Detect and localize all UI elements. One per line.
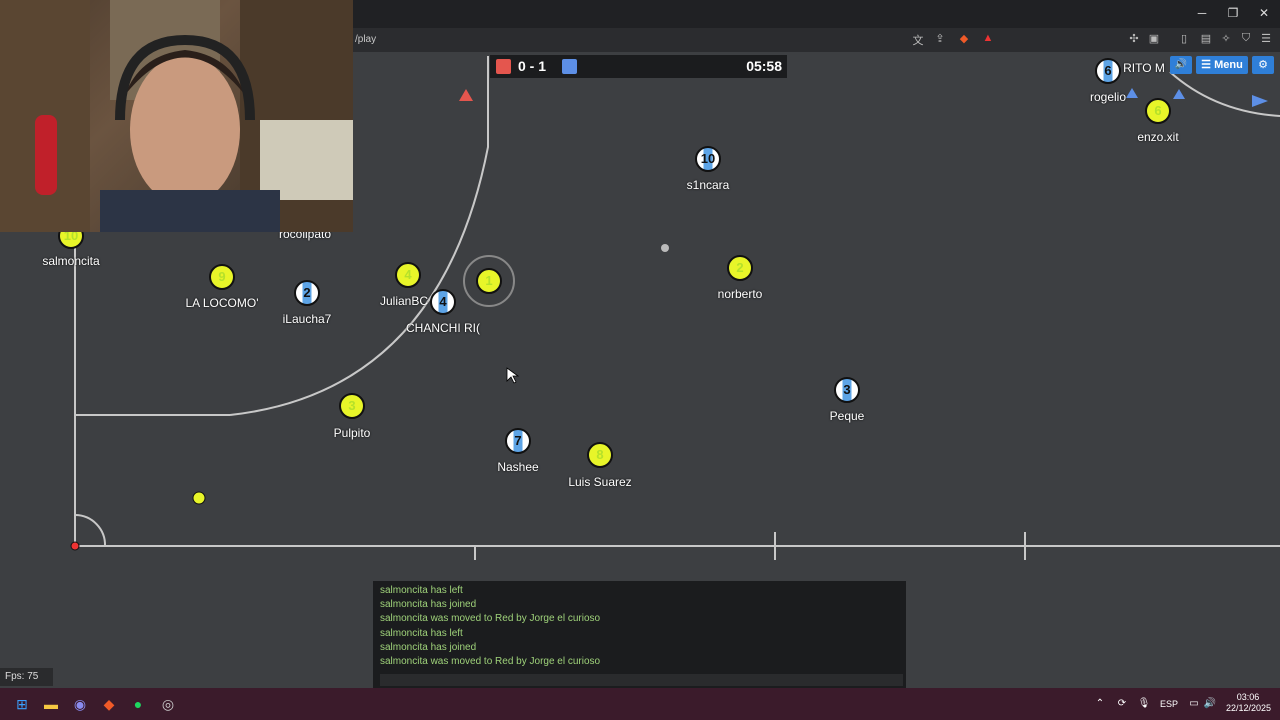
player-name: enzo.xit <box>1137 130 1179 144</box>
blue-marker-icon <box>1252 95 1268 107</box>
player-name: Nashee <box>497 460 539 474</box>
clock-date: 22/12/2025 <box>1226 703 1272 713</box>
close-button[interactable]: ✕ <box>1254 6 1274 20</box>
brave-browser-icon[interactable]: ◆ <box>99 694 119 714</box>
player-name: Peque <box>829 409 865 423</box>
obs-icon[interactable]: ◎ <box>158 694 178 714</box>
share-icon[interactable]: ⇪ <box>932 32 948 45</box>
player-blue: 7 <box>505 428 531 454</box>
blue-team-indicator <box>562 59 577 74</box>
sync-icon[interactable]: ⟳ <box>1112 694 1132 714</box>
chat-message: salmoncita has left <box>380 585 463 596</box>
discord-icon[interactable]: ◉ <box>70 694 90 714</box>
mouse-cursor-icon <box>506 367 520 384</box>
blue-marker-icon <box>1126 88 1138 98</box>
url-text[interactable]: /play <box>355 34 376 45</box>
language-indicator[interactable]: ESP <box>1160 699 1178 709</box>
game-timer: 05:58 <box>746 58 782 74</box>
windows-start-icon[interactable]: ⊞ <box>12 694 32 714</box>
player-blue: 3 <box>834 377 860 403</box>
player-red: 3 <box>339 393 365 419</box>
tray-chevron-icon[interactable]: ⌃ <box>1090 694 1110 714</box>
player-red: 2 <box>727 255 753 281</box>
clock[interactable]: 03:06 22/12/2025 <box>1226 692 1272 714</box>
player-red: 9 <box>209 264 235 290</box>
disc-object <box>192 491 206 505</box>
player-name: CHANCHI RI( <box>406 321 480 335</box>
player-name: norberto <box>717 287 763 301</box>
fps-counter: Fps: 75 <box>0 668 53 686</box>
clock-time: 03:06 <box>1236 692 1260 702</box>
volume-icon[interactable]: 🔊 <box>1200 694 1220 714</box>
file-explorer-icon[interactable]: ▬ <box>41 694 61 714</box>
player-blue: 4 <box>430 289 456 315</box>
browser-menu-icon[interactable]: ☰ <box>1258 32 1274 45</box>
player-red: 8 <box>587 442 613 468</box>
maximize-button[interactable]: ❐ <box>1223 6 1243 20</box>
player-name: Pulpito <box>333 426 371 440</box>
chat-message: salmoncita has left <box>380 627 463 639</box>
chat-message: salmoncita was moved to Red by Jorge el … <box>380 613 601 625</box>
microphone-icon[interactable]: 🎙 <box>1134 694 1154 714</box>
player-blue: 6 <box>1095 58 1121 84</box>
taskbar: ⊞ ▬ ◉ ◆ ● ◎ ⌃ ⟳ 🎙 ESP ▭ 🔊 03:06 22/12/20… <box>0 688 1280 720</box>
player-blue: 10 <box>695 146 721 172</box>
vpn-icon[interactable]: ⛉ <box>1238 32 1254 45</box>
chat-input[interactable] <box>380 674 903 686</box>
game-ball <box>661 244 669 252</box>
tabs-icon[interactable]: ▤ <box>1198 32 1214 45</box>
red-team-indicator <box>496 59 511 74</box>
player-red: 4 <box>395 262 421 288</box>
menu-button[interactable]: ☰ Menu <box>1196 56 1248 74</box>
leo-ai-icon[interactable]: ✧ <box>1218 32 1234 45</box>
extensions-icon[interactable]: ✣ <box>1126 32 1142 45</box>
spotify-icon[interactable]: ● <box>128 694 148 714</box>
chat-message: salmoncita has joined <box>380 599 477 611</box>
red-marker-icon <box>459 89 473 101</box>
minimize-button[interactable]: ─ <box>1192 6 1212 20</box>
player-name: JulianBC <box>379 294 429 308</box>
player-blue: 2 <box>294 280 320 306</box>
sidebar-icon[interactable]: ▯ <box>1176 32 1192 45</box>
corner-post <box>70 541 80 551</box>
player-name: salmoncita <box>42 254 100 268</box>
chat-message: salmoncita has joined <box>380 641 477 653</box>
player-name: s1ncara <box>686 178 730 192</box>
player-red: 6 <box>1145 98 1171 124</box>
menu-label: Menu <box>1214 59 1243 71</box>
player-name: LA LOCOMO' <box>185 296 259 310</box>
chat-box: salmoncita has left salmoncita has joined… <box>373 581 906 688</box>
player-name: iLaucha7 <box>282 312 332 326</box>
chat-message: salmoncita was moved to Red by Jorge el … <box>380 656 601 667</box>
brave-rewards-icon[interactable]: ▲ <box>980 32 996 44</box>
brave-shield-icon[interactable]: ◆ <box>956 32 972 45</box>
player-name: Luis Suarez <box>568 475 632 489</box>
score: 0 - 1 <box>518 58 547 74</box>
speaker-icon[interactable]: 🔊 <box>1170 56 1192 74</box>
webcam-overlay <box>0 0 353 232</box>
scoreboard: 0 - 1 05:58 <box>490 55 787 78</box>
player-red: 1 <box>476 268 502 294</box>
player-name: rogelio <box>1089 90 1127 104</box>
gear-icon[interactable]: ⚙ <box>1252 56 1274 74</box>
blue-marker-icon <box>1173 89 1185 99</box>
wallet-icon[interactable]: ▣ <box>1146 32 1162 45</box>
player-name: RITO M <box>1123 61 1165 75</box>
translate-icon[interactable]: 文 <box>910 32 926 48</box>
webcam-image <box>0 0 353 232</box>
